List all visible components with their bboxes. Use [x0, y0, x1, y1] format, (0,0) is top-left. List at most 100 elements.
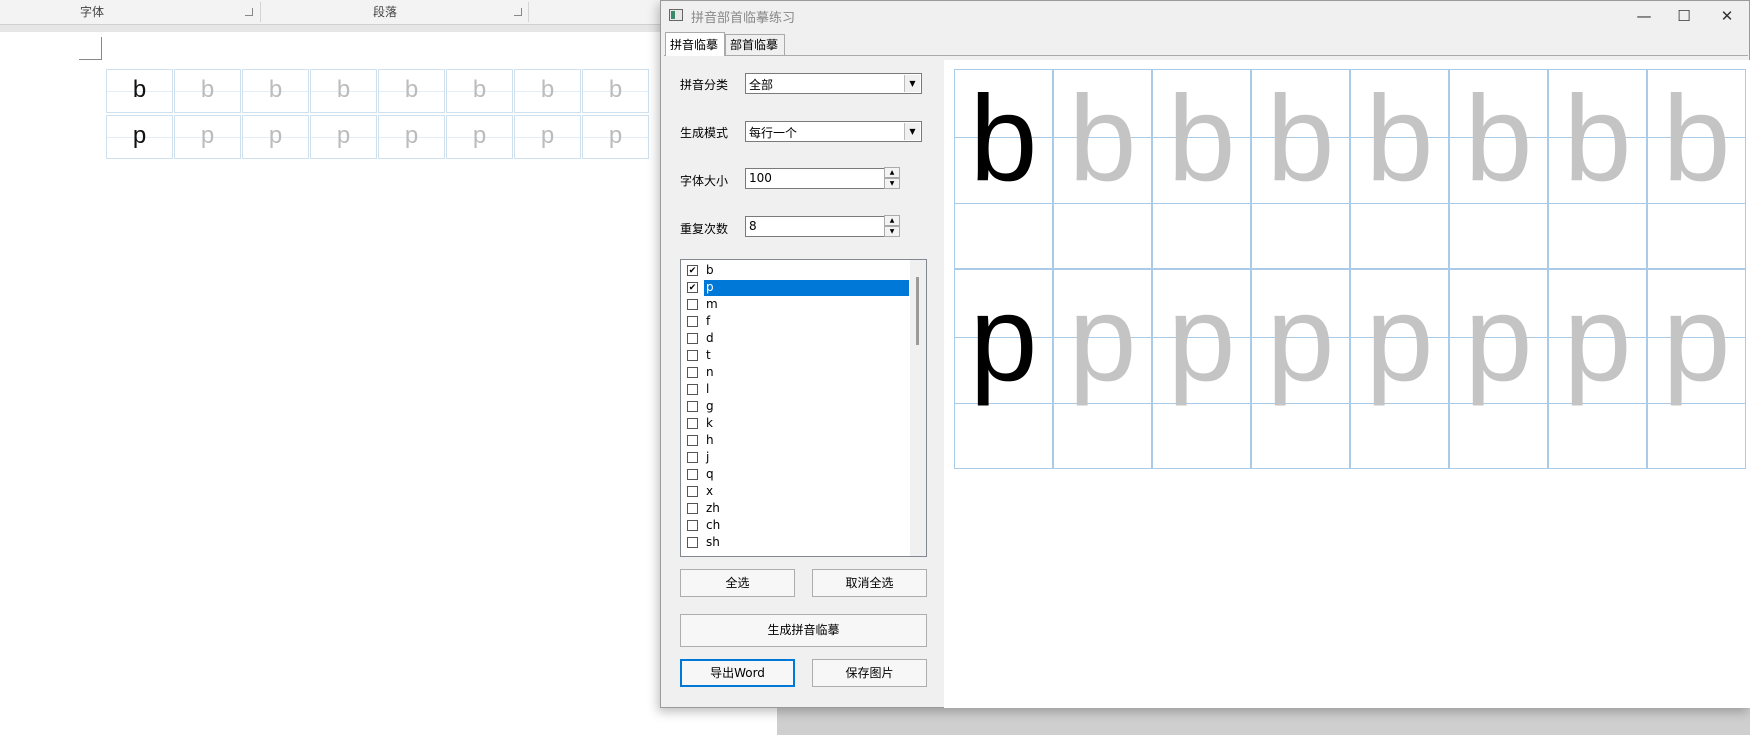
ribbon-group-paragraph[interactable]: 段落: [373, 0, 397, 24]
doc-practice-cell: b: [514, 69, 581, 113]
paragraph-dialog-launcher-icon[interactable]: [514, 8, 522, 16]
doc-trace-letter: b: [404, 76, 419, 103]
spin-up-icon[interactable]: ▲: [884, 167, 900, 178]
list-item[interactable]: q: [681, 466, 911, 483]
list-item[interactable]: zh: [681, 500, 911, 517]
ribbon-group-font[interactable]: 字体: [80, 0, 104, 24]
font-dialog-launcher-icon[interactable]: [245, 8, 253, 16]
doc-trace-letter: b: [336, 76, 351, 103]
checkbox[interactable]: [687, 299, 698, 310]
checkbox[interactable]: [687, 503, 698, 514]
list-item[interactable]: d: [681, 330, 911, 347]
trace-letter: p: [1068, 270, 1137, 406]
checkbox-checked[interactable]: ✔: [687, 265, 698, 276]
fontsize-stepper[interactable]: ▲ ▼: [884, 167, 900, 190]
doc-practice-cell: p: [582, 115, 649, 159]
doc-practice-cell: p: [242, 115, 309, 159]
chevron-down-icon[interactable]: ▼: [904, 123, 920, 140]
category-combobox[interactable]: 全部 ▼: [745, 73, 922, 94]
list-item[interactable]: x: [681, 483, 911, 500]
trace-letter: b: [1167, 70, 1236, 206]
spin-down-icon[interactable]: ▼: [884, 226, 900, 237]
trace-letter: p: [1662, 270, 1731, 406]
select-all-button[interactable]: 全选: [680, 569, 795, 597]
checkbox[interactable]: [687, 486, 698, 497]
doc-trace-letter: b: [608, 76, 623, 103]
repeat-stepper[interactable]: ▲ ▼: [884, 215, 900, 238]
list-item[interactable]: k: [681, 415, 911, 432]
doc-trace-letter: p: [200, 122, 215, 149]
checkbox[interactable]: [687, 537, 698, 548]
pinyin-checklist[interactable]: ✔ b ✔ p m f d t n l g k h j q x zh ch sh: [680, 259, 927, 557]
list-item[interactable]: ✔ b: [681, 262, 911, 279]
doc-practice-cell: b: [446, 69, 513, 113]
doc-trace-letter: b: [472, 76, 487, 103]
doc-trace-letter: p: [472, 122, 487, 149]
list-item[interactable]: l: [681, 381, 911, 398]
list-item[interactable]: m: [681, 296, 911, 313]
checkbox[interactable]: [687, 333, 698, 344]
trace-letter: p: [1464, 270, 1533, 406]
category-label: 拼音分类: [680, 78, 729, 92]
trace-letter: b: [1662, 70, 1731, 206]
checkbox[interactable]: [687, 350, 698, 361]
spin-up-icon[interactable]: ▲: [884, 215, 900, 226]
checkbox[interactable]: [687, 418, 698, 429]
practice-cell: p: [1647, 269, 1746, 469]
list-item-label: sh: [706, 535, 720, 549]
title-bar[interactable]: 拼音部首临摹练习 — ☐ ✕: [661, 1, 1749, 31]
spin-down-icon[interactable]: ▼: [884, 178, 900, 189]
doc-practice-cell: p: [514, 115, 581, 159]
doc-practice-cell: b: [242, 69, 309, 113]
list-item[interactable]: f: [681, 313, 911, 330]
list-item[interactable]: sh: [681, 534, 911, 551]
mode-value: 每行一个: [749, 126, 798, 140]
chevron-down-icon[interactable]: ▼: [904, 75, 920, 92]
doc-trace-letter: b: [268, 76, 283, 103]
export-word-button[interactable]: 导出Word: [680, 659, 795, 687]
list-scrollbar[interactable]: [910, 260, 926, 556]
list-item[interactable]: ch: [681, 517, 911, 534]
doc-trace-letter: p: [404, 122, 419, 149]
list-item[interactable]: j: [681, 449, 911, 466]
doc-practice-cell: p: [378, 115, 445, 159]
checkbox[interactable]: [687, 401, 698, 412]
doc-practice-cell: b: [378, 69, 445, 113]
doc-model-letter: p: [132, 122, 147, 149]
checkbox[interactable]: [687, 435, 698, 446]
save-image-button[interactable]: 保存图片: [812, 659, 927, 687]
practice-cell: b: [1449, 69, 1548, 269]
checkbox[interactable]: [687, 452, 698, 463]
checkbox-checked[interactable]: ✔: [687, 282, 698, 293]
list-item-label: h: [706, 433, 714, 447]
practice-cell: b: [1350, 69, 1449, 269]
trace-letter: b: [1563, 70, 1632, 206]
close-icon[interactable]: ✕: [1704, 1, 1750, 31]
list-item-label: k: [706, 416, 713, 430]
trace-letter: b: [1068, 70, 1137, 206]
list-item[interactable]: t: [681, 347, 911, 364]
list-item[interactable]: n: [681, 364, 911, 381]
repeat-spinbox[interactable]: 8: [745, 216, 886, 237]
practice-cell: b: [1647, 69, 1746, 269]
fontsize-spinbox[interactable]: 100: [745, 168, 886, 189]
checkbox[interactable]: [687, 316, 698, 327]
checkbox[interactable]: [687, 367, 698, 378]
deselect-all-button[interactable]: 取消全选: [812, 569, 927, 597]
checkbox[interactable]: [687, 469, 698, 480]
trace-letter: b: [1266, 70, 1335, 206]
checkbox[interactable]: [687, 520, 698, 531]
mode-combobox[interactable]: 每行一个 ▼: [745, 121, 922, 142]
generate-button[interactable]: 生成拼音临摹: [680, 614, 927, 647]
maximize-icon[interactable]: ☐: [1661, 1, 1707, 31]
tab-pinyin[interactable]: 拼音临摹: [665, 32, 725, 56]
ribbon-divider: [528, 2, 529, 22]
word-ribbon: 字体 段落: [0, 0, 670, 25]
scroll-thumb[interactable]: [916, 277, 919, 345]
list-item[interactable]: ✔ p: [681, 279, 911, 296]
tab-radical[interactable]: 部首临摹: [725, 34, 785, 56]
list-item[interactable]: h: [681, 432, 911, 449]
list-item[interactable]: g: [681, 398, 911, 415]
checkbox[interactable]: [687, 384, 698, 395]
model-letter: b: [969, 70, 1038, 206]
